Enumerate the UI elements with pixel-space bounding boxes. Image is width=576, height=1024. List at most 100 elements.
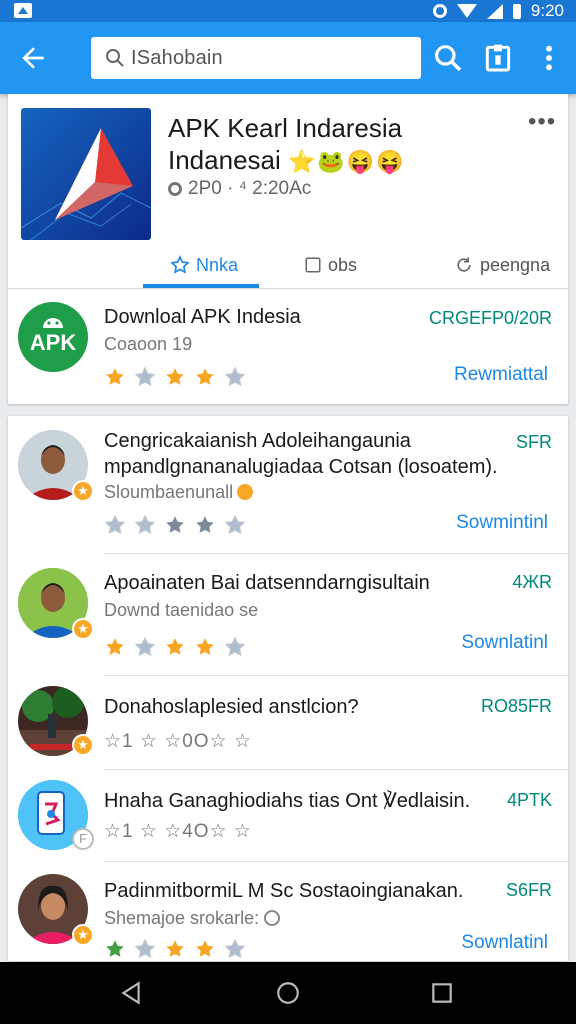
item-title: Apoainaten Bai datsenndarngisultain: [104, 572, 430, 594]
download-button[interactable]: Sownlatinl: [461, 932, 548, 954]
rating-stars: [104, 514, 246, 536]
item-subtitle: Downd taenidao se: [104, 600, 259, 620]
recents-square-icon[interactable]: [429, 980, 455, 1006]
star-icon: [134, 938, 156, 959]
star-icon: [224, 366, 246, 387]
app-header-card: APK Kearl Indaresia Indanesai ⭐🐸😝😝 2P0 ·…: [8, 94, 568, 290]
featured-subtitle: Coaoon 19: [104, 334, 193, 354]
star-icon: [134, 636, 156, 657]
back-triangle-icon[interactable]: [118, 980, 144, 1006]
star-outline-icon: [170, 255, 190, 274]
list-item[interactable]: F Hnaha Ganaghiodiahs tias Ont ℣edlaisin…: [8, 770, 568, 862]
navigation-bar: [0, 962, 576, 1024]
tab-label: Nnka: [196, 254, 239, 275]
star-icon: [196, 368, 214, 385]
search-button-icon[interactable]: [432, 42, 464, 74]
star-icon: [134, 366, 156, 387]
app-title: APK Kearl Indaresia Indanesai ⭐🐸😝😝: [168, 112, 508, 178]
square-outline-icon: [305, 257, 321, 273]
star-badge-icon: ★: [72, 924, 94, 946]
more-vert-icon[interactable]: [533, 42, 565, 74]
star-icon: [224, 938, 246, 959]
clock: 9:20: [530, 1, 564, 20]
app-title-line-1: APK Kearl Indaresia: [168, 113, 403, 143]
star-icon: [166, 940, 184, 957]
item-title: PadinmitbormiL M Sc Sostaoingianakan.: [104, 880, 464, 902]
coin-icon: [237, 484, 254, 500]
tab-label: obs: [328, 254, 358, 275]
tab-nnka[interactable]: Nnka: [170, 242, 238, 288]
star-icon: [224, 514, 246, 535]
item-subtitle-text: Shemajoe srokarle:: [104, 908, 260, 928]
star-icon: [106, 368, 124, 385]
item-size: S6FR: [505, 880, 552, 900]
featured-card[interactable]: APK Downloal APK Indesia Coaoon 19 CRGEF…: [8, 290, 568, 404]
star-badge-icon: ★: [72, 734, 94, 756]
item-size: 4ЖR: [512, 572, 552, 592]
tab-obs[interactable]: obs: [304, 242, 357, 288]
star-badge-icon: ★: [72, 480, 94, 502]
download-button[interactable]: Rewmiattal: [454, 364, 548, 386]
clock-icon: [264, 910, 281, 926]
notification-icon: [14, 3, 32, 18]
rating-stars: [104, 938, 246, 960]
bookmark-page-icon[interactable]: [482, 42, 514, 74]
star-icon: [166, 516, 184, 533]
star-icon: [166, 638, 184, 655]
rating-stars: [104, 636, 246, 658]
star-icon: [166, 368, 184, 385]
star-icon: [196, 516, 214, 533]
settings-status-icon: [432, 4, 447, 18]
item-size: SFR: [516, 432, 552, 452]
tab-label: peengna: [480, 254, 551, 275]
emoji-strip: ⭐🐸😝😝: [288, 149, 406, 174]
star-icon: [106, 940, 124, 957]
list-item[interactable]: ★ Cengricakaianish Adoleihangaunia mpand…: [8, 416, 568, 554]
signal-icon: [486, 3, 503, 19]
home-circle-icon[interactable]: [275, 980, 301, 1006]
overflow-menu-icon[interactable]: •••: [528, 108, 556, 136]
star-icon: [134, 514, 156, 535]
featured-size: CRGEFP0/20R: [428, 308, 552, 328]
list-item[interactable]: ★ PadinmitbormiL M Sc Sostaoingianakan. …: [8, 862, 568, 961]
app-meta: 2P0 · ⁴ 2:20Ac: [168, 178, 311, 200]
item-subtitle-text: Sloumbaenunall: [104, 482, 234, 502]
list-item[interactable]: ★ Donahoslaplesied anstlcion? ☆1 ☆ ☆0O☆ …: [8, 676, 568, 770]
item-size: 4PTK: [506, 790, 552, 810]
search-input[interactable]: ISahobain: [91, 37, 421, 79]
rating-text: ☆1 ☆ ☆4O☆ ☆: [104, 821, 252, 842]
app-list-card: ★ Cengricakaianish Adoleihangaunia mpand…: [8, 416, 568, 961]
app-title-line-2: Indanesai: [168, 145, 281, 175]
item-title: Donahoslaplesied anstlcion?: [104, 696, 359, 718]
gear-icon: [168, 182, 182, 196]
app-meta-text: 2P0 · ⁴ 2:20Ac: [188, 178, 312, 199]
item-title: Hnaha Ganaghiodiahs tias Ont ℣edlaisin.: [104, 790, 471, 812]
item-subtitle: Shemajoe srokarle:: [104, 908, 281, 929]
status-bar: 9:20: [0, 0, 576, 22]
star-icon: [196, 940, 214, 957]
item-size: RO85FR: [480, 696, 552, 716]
download-button[interactable]: Sowmintinl: [456, 512, 548, 534]
back-arrow-icon[interactable]: [16, 42, 50, 74]
star-icon: [224, 636, 246, 657]
battery-icon: [512, 3, 521, 19]
star-icon: [104, 514, 126, 535]
search-icon: [106, 49, 124, 67]
star-badge-icon: ★: [72, 618, 94, 640]
wifi-icon: [456, 4, 477, 18]
item-title: Cengricakaianish Adoleihangaunia mpandlg…: [104, 430, 498, 478]
download-button[interactable]: Sownlatinl: [461, 632, 548, 654]
status-icons: 9:20: [432, 1, 564, 20]
item-subtitle: Sloumbaenunall: [104, 482, 254, 503]
list-item[interactable]: ★ Apoainaten Bai datsenndarngisultain Do…: [8, 554, 568, 676]
f-badge-icon: F: [72, 828, 94, 850]
rating-text: ☆1 ☆ ☆0O☆ ☆: [104, 731, 252, 752]
star-icon: [196, 638, 214, 655]
divider: [8, 288, 568, 289]
apk-logo: APK: [18, 302, 88, 372]
tab-peengna[interactable]: peengna: [454, 242, 550, 288]
rating-stars: [104, 366, 246, 388]
app-logo: [21, 108, 151, 240]
apk-logo-text: APK: [29, 330, 77, 355]
star-icon: [106, 638, 124, 655]
